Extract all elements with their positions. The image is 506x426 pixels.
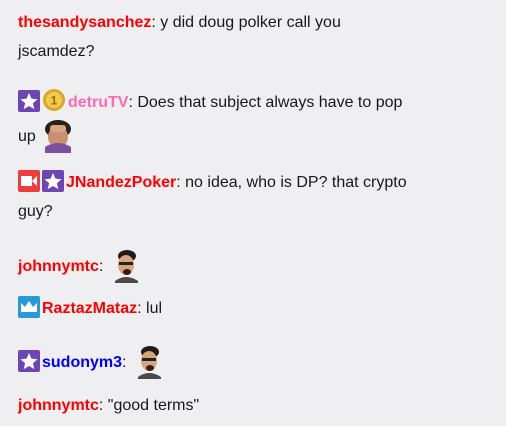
singing-man-emote[interactable] bbox=[131, 343, 167, 379]
message-text: up bbox=[18, 128, 36, 145]
chat-message: johnnymtc: "good terms" bbox=[18, 391, 496, 420]
message-text: guy? bbox=[18, 203, 53, 220]
username[interactable]: thesandysanchez bbox=[18, 14, 151, 31]
chat-message: 1 detruTV: Does that subject always have… bbox=[18, 88, 496, 117]
username[interactable]: detruTV bbox=[68, 94, 128, 111]
separator: : bbox=[137, 300, 147, 317]
camera-icon[interactable] bbox=[18, 170, 40, 192]
message-text: lul bbox=[146, 300, 163, 317]
separator: : bbox=[176, 174, 186, 191]
chat-message-continued: guy? bbox=[18, 197, 496, 226]
chat-message: sudonym3: bbox=[18, 343, 496, 379]
svg-text:1: 1 bbox=[51, 94, 58, 108]
separator: : bbox=[98, 258, 108, 275]
chat-message-list: thesandysanchez: y did doug polker call … bbox=[0, 0, 506, 426]
chat-message: johnnymtc: bbox=[18, 247, 496, 283]
message-text: Does that subject always have to pop bbox=[137, 94, 403, 111]
chat-message-continued: up bbox=[18, 117, 496, 153]
subscriber-star-icon[interactable] bbox=[42, 170, 64, 192]
bits-coin-icon[interactable]: 1 bbox=[42, 88, 66, 112]
facepalm-emote[interactable] bbox=[40, 117, 76, 153]
singing-man-emote[interactable] bbox=[108, 247, 144, 283]
chat-message-continued: jscamdez? bbox=[18, 37, 496, 66]
subscriber-star-icon[interactable] bbox=[18, 90, 40, 112]
separator: : bbox=[128, 94, 138, 111]
username[interactable]: JNandezPoker bbox=[66, 174, 176, 191]
username[interactable]: RaztazMataz bbox=[42, 300, 137, 317]
subscriber-star-icon[interactable] bbox=[18, 350, 40, 372]
prime-crown-icon[interactable] bbox=[18, 296, 40, 318]
separator: : bbox=[98, 397, 108, 414]
chat-message: JNandezPoker: no idea, who is DP? that c… bbox=[18, 168, 496, 197]
username[interactable]: johnnymtc bbox=[18, 258, 99, 275]
chat-message: thesandysanchez: y did doug polker call … bbox=[18, 8, 496, 37]
username[interactable]: sudonym3 bbox=[42, 354, 122, 371]
message-text: y did doug polker call you bbox=[160, 14, 341, 31]
message-text: no idea, who is DP? that crypto bbox=[185, 174, 407, 191]
message-text: "good terms" bbox=[107, 397, 200, 414]
chat-message: RaztazMataz: lul bbox=[18, 294, 496, 323]
message-text: jscamdez? bbox=[18, 43, 95, 60]
separator: : bbox=[151, 14, 161, 31]
separator: : bbox=[122, 354, 131, 371]
username[interactable]: johnnymtc bbox=[18, 397, 99, 414]
